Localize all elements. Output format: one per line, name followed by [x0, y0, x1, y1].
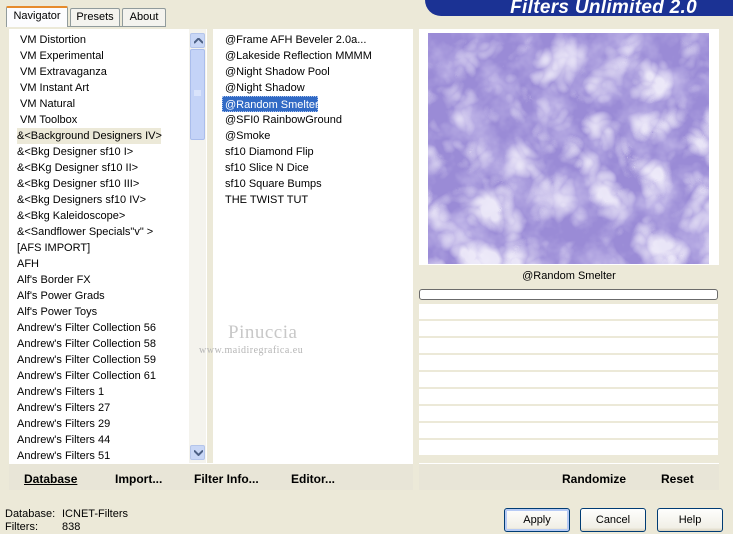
tab-about[interactable]: About: [122, 8, 166, 27]
parameter-row[interactable]: [419, 338, 718, 354]
category-item[interactable]: &<Sandflower Specials"v" >: [17, 224, 153, 240]
app-title: Filters Unlimited 2.0: [510, 0, 697, 16]
status-database-label: Database:: [5, 508, 56, 520]
category-item[interactable]: Alf's Power Toys: [17, 304, 97, 320]
category-item[interactable]: VM Extravaganza: [17, 64, 107, 80]
category-item[interactable]: &<Bkg Kaleidoscope>: [17, 208, 125, 224]
status-filters-value: 838: [62, 521, 81, 533]
import-button[interactable]: Import...: [115, 472, 162, 486]
filter-list[interactable]: @Frame AFH Beveler 2.0a... @Lakeside Refl…: [213, 29, 413, 463]
scroll-up-button[interactable]: [190, 33, 205, 48]
filter-item[interactable]: sf10 Slice N Dice: [223, 160, 309, 176]
preview-image: [428, 33, 709, 264]
filter-item[interactable]: @Night Shadow Pool: [223, 64, 330, 80]
parameter-row[interactable]: [419, 372, 718, 388]
filter-info-button[interactable]: Filter Info...: [194, 472, 259, 486]
category-item[interactable]: &<Background Designers IV>: [17, 128, 162, 144]
category-item[interactable]: Andrew's Filters 44: [17, 432, 110, 448]
category-item[interactable]: Andrew's Filter Collection 56: [17, 320, 156, 336]
filter-item[interactable]: sf10 Square Bumps: [223, 176, 322, 192]
category-item[interactable]: Andrew's Filters 29: [17, 416, 110, 432]
arrow-up-icon: [194, 38, 203, 44]
category-item[interactable]: Andrew's Filter Collection 58: [17, 336, 156, 352]
status-database-value: ICNET-Filters: [62, 508, 128, 520]
parameter-row[interactable]: [419, 423, 718, 439]
help-button[interactable]: Help: [657, 508, 723, 532]
grip-icon: [194, 90, 201, 96]
category-item[interactable]: [AFS IMPORT]: [17, 240, 90, 256]
filter-item[interactable]: @Random Smelter: [222, 96, 319, 112]
category-item[interactable]: VM Toolbox: [17, 112, 77, 128]
tab-navigator[interactable]: Navigator: [6, 6, 68, 27]
parameter-row[interactable]: [419, 304, 718, 320]
scroll-thumb[interactable]: [190, 49, 205, 140]
parameter-row[interactable]: [419, 321, 718, 337]
category-item[interactable]: Andrew's Filter Collection 59: [17, 352, 156, 368]
apply-button[interactable]: Apply: [504, 508, 570, 532]
parameter-row[interactable]: [419, 355, 718, 371]
current-filter-label: @Random Smelter: [419, 266, 719, 286]
app-banner: Filters Unlimited 2.0: [425, 0, 733, 16]
database-button[interactable]: Database: [24, 472, 77, 486]
watermark-url: www.maidiregrafica.eu: [199, 345, 304, 356]
category-item[interactable]: VM Distortion: [17, 32, 86, 48]
category-item[interactable]: Andrew's Filters 1: [17, 384, 104, 400]
watermark-name: Pinuccia: [228, 322, 298, 343]
tab-presets[interactable]: Presets: [70, 8, 120, 27]
parameter-row[interactable]: [419, 389, 718, 405]
filter-item[interactable]: @Night Shadow: [223, 80, 305, 96]
filter-item[interactable]: @Smoke: [223, 128, 270, 144]
filter-item[interactable]: THE TWIST TUT: [223, 192, 308, 208]
category-item[interactable]: VM Natural: [17, 96, 75, 112]
filter-item[interactable]: @Lakeside Reflection MMMM: [223, 48, 372, 64]
filter-item[interactable]: @SFI0 RainbowGround: [223, 112, 342, 128]
category-list[interactable]: VM Distortion VM Experimental VM Extravaga…: [9, 29, 207, 463]
status-filters-label: Filters:: [5, 521, 38, 533]
editor-button[interactable]: Editor...: [291, 472, 335, 486]
cancel-button[interactable]: Cancel: [580, 508, 646, 532]
progress-bar: [419, 289, 718, 300]
category-item[interactable]: VM Experimental: [17, 48, 104, 64]
parameter-row[interactable]: [419, 440, 718, 456]
reset-button[interactable]: Reset: [661, 472, 694, 486]
category-item[interactable]: Alf's Power Grads: [17, 288, 105, 304]
category-item[interactable]: &<Bkg Designer sf10 III>: [17, 176, 139, 192]
category-item[interactable]: Alf's Border FX: [17, 272, 91, 288]
category-item[interactable]: Andrew's Filter Collection 61: [17, 368, 156, 384]
category-item[interactable]: &<Bkg Designer sf10 I>: [17, 144, 133, 160]
category-item[interactable]: VM Instant Art: [17, 80, 89, 96]
scroll-down-button[interactable]: [190, 445, 205, 460]
category-item[interactable]: &<Bkg Designers sf10 IV>: [17, 192, 146, 208]
category-item[interactable]: Andrew's Filters 27: [17, 400, 110, 416]
filter-item[interactable]: @Frame AFH Beveler 2.0a...: [223, 32, 366, 48]
parameter-row[interactable]: [419, 406, 718, 422]
arrow-down-icon: [194, 450, 203, 456]
filter-item[interactable]: sf10 Diamond Flip: [223, 144, 314, 160]
category-item[interactable]: Andrew's Filters 51: [17, 448, 110, 463]
category-item[interactable]: &<BKg Designer sf10 II>: [17, 160, 138, 176]
randomize-button[interactable]: Randomize: [562, 472, 626, 486]
category-item[interactable]: AFH: [17, 256, 39, 272]
